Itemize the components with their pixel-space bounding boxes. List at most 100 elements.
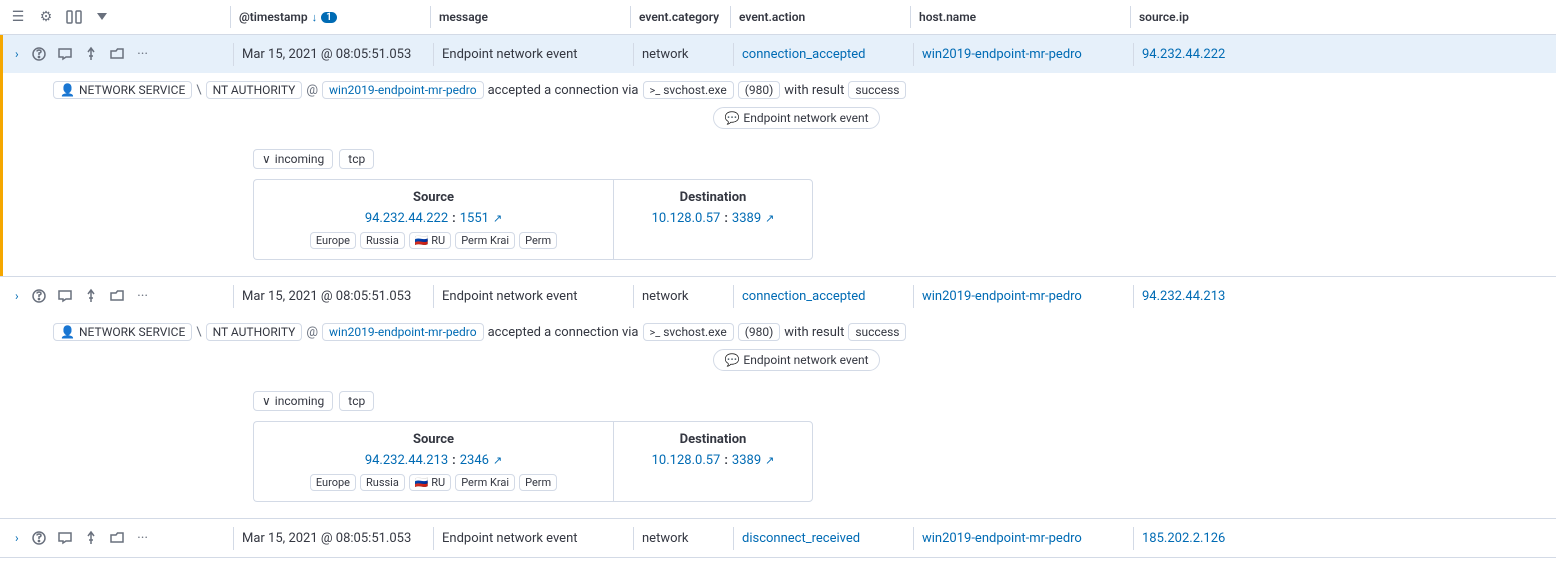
row-actions-3: › ··· [3,528,233,548]
folder-icon-2[interactable] [107,286,127,306]
sort-icon[interactable] [92,7,112,27]
geo-perm-1[interactable]: Perm [519,232,557,249]
with-result-text-1: with result [784,83,844,98]
geo-perm-2[interactable]: Perm [519,474,557,491]
cell-action-2[interactable]: connection_accepted [733,285,913,308]
doc-icon-1[interactable] [29,44,49,64]
folder-icon-3[interactable] [107,528,127,548]
header-hostname[interactable]: host.name [910,6,1130,28]
row-main-2: › ··· [3,277,1556,315]
expand-row-3[interactable]: › [11,529,23,547]
chevron-down-icon-2: ∨ [262,394,271,408]
geo-flag-1: 🇷🇺 RU [409,232,451,249]
source-box-2: Source 94.232.44.213 : 2346 ↗ Europe Rus… [253,421,613,502]
dest-extlink-2[interactable]: ↗ [765,454,774,467]
menu-icon[interactable]: ☰ [8,7,28,27]
source-ip-2[interactable]: 94.232.44.213 [365,453,448,468]
cell-message-1: Endpoint network event [433,43,633,66]
settings-icon[interactable]: ⚙ [36,7,56,27]
source-port-1[interactable]: 1551 [460,211,489,226]
sep1-2: \ [196,325,201,340]
process-pill-1[interactable]: >_ svchost.exe [643,81,734,99]
more-icon-2[interactable]: ··· [133,286,153,306]
with-result-text-2: with result [784,325,844,340]
authority-pill-1[interactable]: NT AUTHORITY [206,81,303,99]
source-dest-2: Source 94.232.44.213 : 2346 ↗ Europe Rus… [53,421,1540,502]
doc-icon-2[interactable] [29,286,49,306]
direction-badge-2[interactable]: ∨ incoming [253,391,333,411]
host-pill-2[interactable]: win2019-endpoint-mr-pedro [322,323,484,341]
sort-badge: 1 [321,12,337,23]
cell-hostname-1[interactable]: win2019-endpoint-mr-pedro [913,43,1133,66]
cell-hostname-3[interactable]: win2019-endpoint-mr-pedro [913,527,1133,550]
summary-line-2: 👤 NETWORK SERVICE \ NT AUTHORITY @ win20… [53,323,1540,341]
geo-permkrai-1[interactable]: Perm Krai [455,232,515,249]
columns-icon[interactable] [64,7,84,27]
geo-russia-1[interactable]: Russia [360,232,405,249]
direction-badge-1[interactable]: ∨ incoming [253,149,333,169]
expanded-row-2: 👤 NETWORK SERVICE \ NT AUTHORITY @ win20… [3,315,1556,518]
source-extlink-1[interactable]: ↗ [493,212,502,225]
source-extlink-2[interactable]: ↗ [493,454,502,467]
dest-port-2[interactable]: 3389 [732,453,761,468]
accepted-text-2: accepted a connection via [488,325,639,340]
chat-icon-1[interactable] [55,44,75,64]
user-pill-2[interactable]: 👤 NETWORK SERVICE [53,323,192,341]
source-geo-2: Europe Russia 🇷🇺 RU Perm Krai Perm [268,474,599,491]
cell-hostname-2[interactable]: win2019-endpoint-mr-pedro [913,285,1133,308]
header-controls: ☰ ⚙ [0,7,230,27]
data-row-1: › ··· [0,35,1556,277]
chat-icon-3[interactable] [55,528,75,548]
pin-icon-2[interactable] [81,286,101,306]
more-icon-1[interactable]: ··· [133,44,153,64]
cell-sourceip-1[interactable]: 94.232.44.222 [1133,43,1283,66]
process-pill-2[interactable]: >_ svchost.exe [643,323,734,341]
dest-ip-line-1: 10.128.0.57 : 3389 ↗ [628,211,798,226]
pin-icon-3[interactable] [81,528,101,548]
expand-row-2[interactable]: › [11,287,23,305]
data-row-3: › ··· [0,519,1556,558]
sep1-1: \ [196,83,201,98]
cell-sourceip-2[interactable]: 94.232.44.213 [1133,285,1283,308]
sort-arrow: ↓ [312,11,318,24]
geo-europe-2[interactable]: Europe [310,474,356,491]
geo-russia-2[interactable]: Russia [360,474,405,491]
dest-port-1[interactable]: 3389 [732,211,761,226]
expand-row-1[interactable]: › [11,45,23,63]
expanded-row-1: 👤 NETWORK SERVICE \ NT AUTHORITY @ win20… [3,73,1556,276]
geo-flag-2: 🇷🇺 RU [409,474,451,491]
dest-ip-1[interactable]: 10.128.0.57 [652,211,721,226]
source-title-1: Source [268,190,599,205]
source-port-2[interactable]: 2346 [460,453,489,468]
header-action[interactable]: event.action [730,6,910,28]
pin-icon-1[interactable] [81,44,101,64]
cell-sourceip-3[interactable]: 185.202.2.126 [1133,527,1283,550]
more-icon-3[interactable]: ··· [133,528,153,548]
source-ip-line-2: 94.232.44.213 : 2346 ↗ [268,453,599,468]
log-table: ☰ ⚙ @timestamp ↓ 1 message event.cate [0,0,1556,583]
geo-permkrai-2[interactable]: Perm Krai [455,474,515,491]
dest-ip-2[interactable]: 10.128.0.57 [652,453,721,468]
doc-icon-3[interactable] [29,528,49,548]
header-sourceip[interactable]: source.ip [1130,6,1280,28]
dest-ip-line-2: 10.128.0.57 : 3389 ↗ [628,453,798,468]
folder-icon-1[interactable] [107,44,127,64]
header-category[interactable]: event.category [630,6,730,28]
chat-icon-2[interactable] [55,286,75,306]
geo-europe-1[interactable]: Europe [310,232,356,249]
dest-extlink-1[interactable]: ↗ [765,212,774,225]
header-timestamp[interactable]: @timestamp ↓ 1 [230,6,430,28]
row-actions-1: › ··· [3,44,233,64]
pid-pill-1: (980) [738,81,781,99]
source-ip-1[interactable]: 94.232.44.222 [365,211,448,226]
header-message[interactable]: message [430,6,630,28]
cell-action-1[interactable]: connection_accepted [733,43,913,66]
host-pill-1[interactable]: win2019-endpoint-mr-pedro [322,81,484,99]
cell-action-3[interactable]: disconnect_received [733,527,913,550]
authority-pill-2[interactable]: NT AUTHORITY [206,323,303,341]
protocol-badge-2: tcp [339,391,374,411]
user-pill-1[interactable]: 👤 NETWORK SERVICE [53,81,192,99]
data-row-2: › ··· [0,277,1556,519]
accepted-text-1: accepted a connection via [488,83,639,98]
direction-row-1: ∨ incoming tcp [53,149,1540,169]
